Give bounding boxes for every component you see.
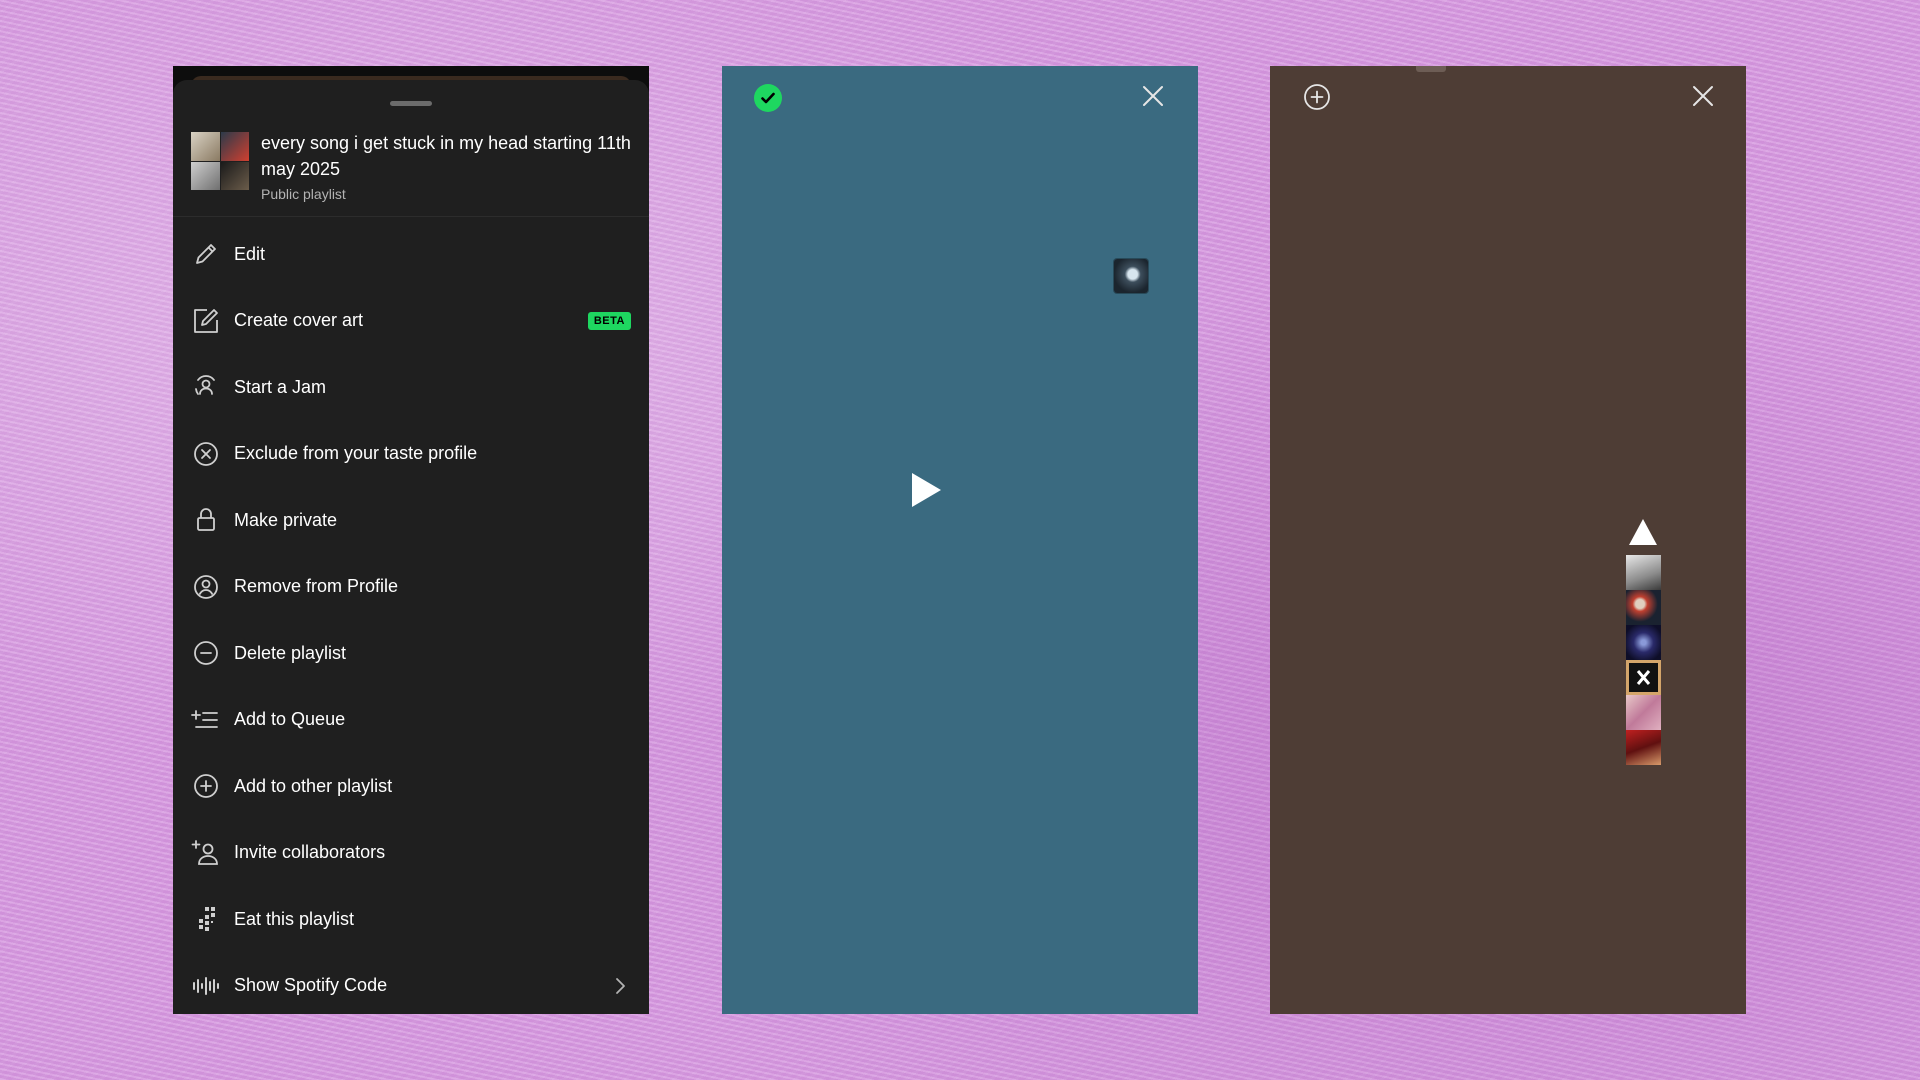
cover-art-icon [191,306,221,336]
playlist-subtitle: Public playlist [261,186,346,202]
minus-circle-icon [191,638,221,668]
close-icon[interactable] [1689,82,1717,110]
options-sheet: every song i get stuck in my head starti… [173,80,649,1014]
queue-icon [191,705,221,735]
arrow-up-icon[interactable] [1627,517,1659,547]
check-circle-icon[interactable] [754,84,782,112]
exclude-icon [191,439,221,469]
menu-item-label: Show Spotify Code [234,975,388,996]
menu-item-create-cover-art[interactable]: Create cover art BETA [173,288,649,355]
drag-handle[interactable] [390,101,432,106]
menu-item-label: Remove from Profile [234,576,399,597]
menu-item-label: Create cover art [234,310,364,331]
close-icon[interactable] [1139,82,1167,110]
video-preview-panel [722,66,1198,1014]
story-preview-panel [1270,66,1746,1014]
plus-circle-icon [191,771,221,801]
menu-item-label: Start a Jam [234,376,327,397]
menu-item-label: Delete playlist [234,642,347,663]
menu-item-label: Edit [234,243,266,264]
album-thumbnail[interactable] [1626,625,1661,660]
lock-icon [191,505,221,535]
menu-item-label: Make private [234,509,338,530]
menu-item-show-spotify-code[interactable]: Show Spotify Code [173,953,649,1015]
menu-item-delete-playlist[interactable]: Delete playlist [173,620,649,687]
profile-icon [191,572,221,602]
playlist-options-panel: every song i get stuck in my head starti… [173,66,649,1014]
playlist-title: every song i get stuck in my head starti… [261,133,631,179]
play-icon[interactable] [908,470,944,510]
menu-item-eat-playlist[interactable]: Eat this playlist [173,886,649,953]
thumbnail-stack [1626,555,1661,765]
menu-item-label: Invite collaborators [234,842,386,863]
menu-item-label: Add to Queue [234,709,346,730]
menu-item-invite-collaborators[interactable]: Invite collaborators [173,820,649,887]
menu-item-label: Add to other playlist [234,775,393,796]
album-thumbnail[interactable] [1626,660,1661,695]
menu-item-label: Exclude from your taste profile [234,443,478,464]
options-menu: Edit Create cover art BETA Start a Jam E… [173,221,649,1014]
menu-item-label: Eat this playlist [234,908,355,929]
album-thumbnail [1114,259,1148,293]
playlist-cover [191,132,249,190]
menu-item-add-to-other-playlist[interactable]: Add to other playlist [173,753,649,820]
invite-icon [191,838,221,868]
menu-item-edit[interactable]: Edit [173,221,649,288]
menu-item-remove-from-profile[interactable]: Remove from Profile [173,554,649,621]
spotify-code-icon [191,971,221,1001]
top-indicator [1416,66,1446,72]
album-thumbnail[interactable] [1626,695,1661,730]
album-thumbnail[interactable] [1626,590,1661,625]
beta-badge: BETA [587,311,631,330]
divider [173,216,649,217]
jam-icon [191,372,221,402]
menu-item-start-jam[interactable]: Start a Jam [173,354,649,421]
chevron-right-icon [609,975,631,997]
eat-icon [191,904,221,934]
album-thumbnail[interactable] [1626,730,1661,765]
pencil-icon [191,239,221,269]
album-thumbnail[interactable] [1626,555,1661,590]
menu-item-add-to-queue[interactable]: Add to Queue [173,687,649,754]
menu-item-exclude-taste[interactable]: Exclude from your taste profile [173,421,649,488]
plus-circle-icon[interactable] [1302,82,1332,112]
menu-item-make-private[interactable]: Make private [173,487,649,554]
playlist-header: every song i get stuck in my head starti… [191,122,631,202]
